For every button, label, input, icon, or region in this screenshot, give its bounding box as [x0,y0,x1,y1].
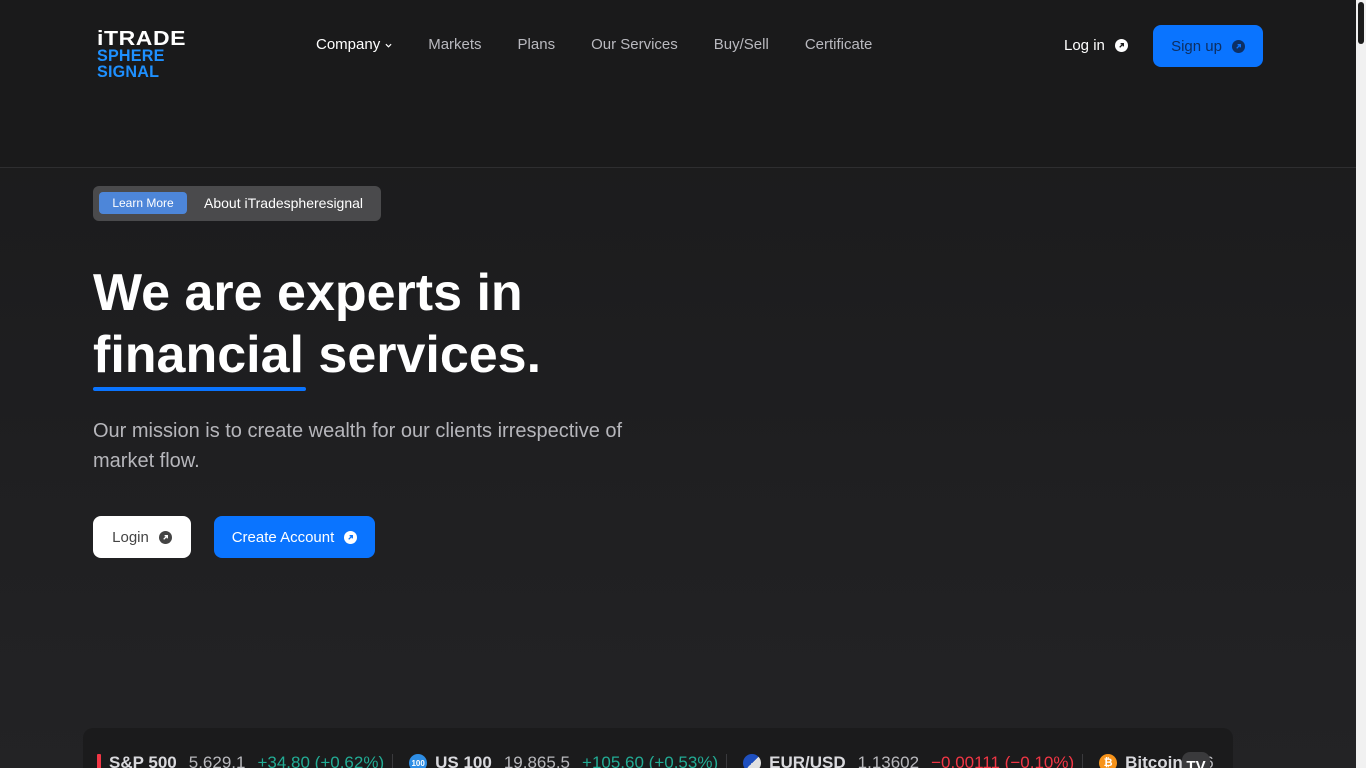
ticker-price: 5,629.1 [188,753,246,768]
arrow-up-right-icon [1114,39,1128,52]
market-ticker[interactable]: S&P 500 5,629.1 +34.80 (+0.62%) 100 US 1… [83,728,1233,768]
logo-wordmark-bottom: SPHERE SIGNAL [97,46,165,81]
site-header: iTRADE SPHERE SIGNAL Company Markets Pla… [0,0,1356,168]
nav-item-label: Plans [517,36,556,53]
arrow-up-right-icon [158,530,172,544]
headline-line-1: We are experts in [93,264,523,322]
headline-rest: services. [303,326,542,384]
ticker-symbol: Bitcoin [1125,753,1183,768]
nav-item-label: Company [316,36,381,53]
mission-statement: Our mission is to create wealth for our … [93,420,623,472]
arrow-up-right-icon [1231,39,1245,53]
chevron-down-icon [385,43,392,48]
about-pill-text[interactable]: About iTradespheresignal [204,195,363,211]
nav-item-our-services[interactable]: Our Services [591,36,678,54]
nav-item-label: Certificate [804,36,873,53]
create-account-label: Create Account [231,528,335,546]
ticker-symbol: US 100 [435,753,492,768]
main-nav: Company Markets Plans Our Services Buy/S… [316,36,908,54]
nav-item-buy-sell[interactable]: Buy/Sell [714,36,769,54]
nav-item-plans[interactable]: Plans [518,36,556,54]
ticker-row: S&P 500 5,629.1 +34.80 (+0.62%) 100 US 1… [97,753,1226,768]
headline-underlined-word: financial [93,326,306,391]
ticker-change: +34.80 (+0.62%) [257,753,385,768]
nav-item-label: Our Services [591,36,678,53]
nav-item-company[interactable]: Company [316,36,392,54]
create-account-button[interactable]: Create Account [214,516,375,558]
ticker-change: −0.00111 (−0.10%) [931,753,1075,768]
tradingview-logo-icon[interactable]: TV [1182,752,1210,768]
nav-item-certificate[interactable]: Certificate [805,36,873,54]
ticker-item-sp500[interactable]: S&P 500 5,629.1 +34.80 (+0.62%) [97,753,384,768]
us100-icon: 100 [409,754,428,768]
ticker-item-us100[interactable]: 100 US 100 19,865.5 +105.60 (+0.53%) [409,753,718,768]
ticker-symbol: S&P 500 [109,753,177,768]
signup-label: Sign up [1171,37,1222,55]
ticker-divider [726,754,728,768]
scrollbar-thumb[interactable] [1358,2,1364,44]
ticker-price: 19,865.5 [503,753,571,768]
arrow-up-right-icon [344,530,358,544]
about-pill: Learn More About iTradespheresignal [93,186,381,221]
nav-item-label: Buy/Sell [713,36,769,53]
header-login-link[interactable]: Log in [1064,37,1128,54]
hero-login-label: Login [112,528,149,546]
learn-more-button[interactable]: Learn More [99,192,187,214]
eur-usd-icon [743,754,762,768]
hero-login-button[interactable]: Login [93,516,191,558]
nav-item-markets[interactable]: Markets [428,36,481,54]
header-signup-button[interactable]: Sign up [1153,25,1263,67]
page-scrollbar[interactable] [1356,0,1366,768]
ticker-divider [1082,754,1084,768]
ticker-item-eur-usd[interactable]: EUR/USD 1.13602 −0.00111 (−0.10%) [743,753,1074,768]
ticker-price: 1.13602 [857,753,920,768]
ticker-change: +105.60 (+0.53%) [582,753,719,768]
login-label: Log in [1064,37,1105,54]
hero-headline: We are experts in financial services. [93,262,733,391]
sp500-icon [97,754,101,768]
nav-item-label: Markets [428,36,482,53]
ticker-divider [392,754,394,768]
site-logo[interactable]: iTRADE SPHERE SIGNAL [97,29,237,80]
ticker-symbol: EUR/USD [769,753,846,768]
bitcoin-icon: ₿ [1099,754,1118,768]
